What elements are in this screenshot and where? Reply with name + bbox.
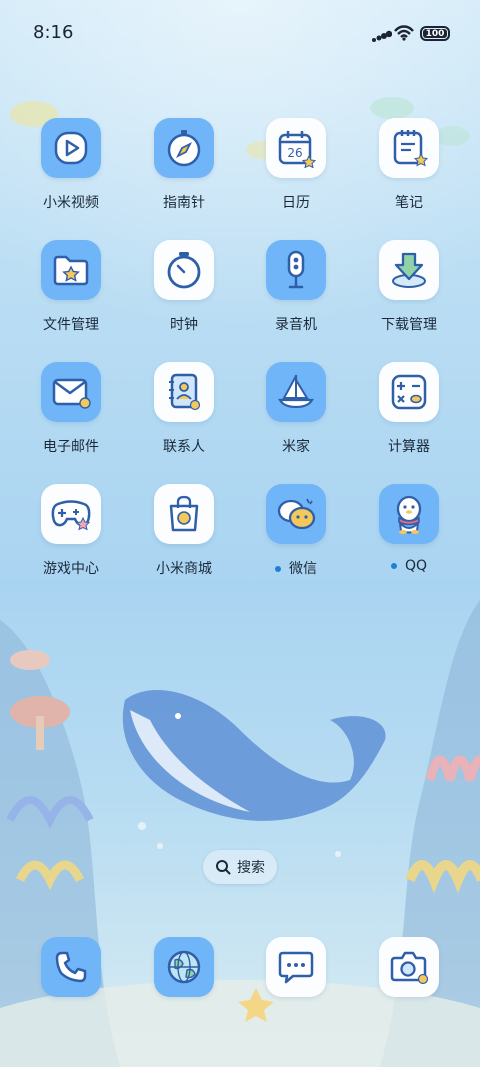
microphone-icon (287, 250, 305, 289)
calendar-icon: 26 (278, 131, 316, 168)
app-label: 游戏中心 (43, 561, 99, 577)
dock-browser[interactable] (134, 937, 234, 997)
play-icon (54, 131, 88, 165)
battery-level: 100 (425, 28, 445, 39)
app-mi-video[interactable]: 小米视频 (21, 118, 121, 212)
app-label: 录音机 (275, 317, 317, 333)
notes-icon (393, 130, 429, 167)
wechat-icon (277, 498, 316, 530)
app-notes[interactable]: 笔记 (359, 118, 459, 212)
app-label: 指南针 (163, 195, 205, 211)
app-label: 计算器 (388, 439, 430, 455)
camera-icon (390, 951, 429, 985)
app-file-manager[interactable]: 文件管理 (21, 240, 121, 334)
app-label: 文件管理 (43, 317, 99, 333)
app-label: 时钟 (170, 317, 198, 333)
gamepad-icon (51, 500, 91, 531)
app-download-manager[interactable]: 下载管理 (359, 240, 459, 334)
browser-globe-icon (167, 950, 201, 984)
notification-dot (390, 563, 397, 569)
app-calendar[interactable]: 26 日历 (246, 118, 346, 212)
app-qq[interactable]: QQ (359, 484, 459, 574)
app-label: 联系人 (163, 439, 205, 455)
calculator-icon (391, 374, 427, 410)
notification-dot (275, 566, 281, 572)
app-label: 米家 (282, 439, 310, 455)
search-icon (216, 860, 231, 875)
app-contacts[interactable]: 联系人 (134, 362, 234, 456)
app-label: 小米商城 (156, 561, 212, 577)
messages-icon (278, 951, 314, 984)
qq-penguin-icon (396, 495, 422, 534)
contacts-icon (169, 373, 201, 411)
dock-phone[interactable] (21, 937, 121, 997)
app-clock[interactable]: 时钟 (134, 240, 234, 334)
app-label-text: 微信 (289, 561, 317, 577)
clock-icon (167, 252, 201, 289)
app-calculator[interactable]: 计算器 (359, 362, 459, 456)
app-label: 日历 (282, 195, 310, 211)
app-label-text: QQ (404, 558, 428, 574)
app-label: 笔记 (395, 195, 423, 211)
download-icon (392, 252, 426, 288)
dock-camera[interactable] (359, 937, 459, 997)
home-screen: 8:16 100 小米视频 指南针 26 日历 笔记 文件管理 时钟 录音机 下… (0, 0, 480, 1067)
phone-icon (55, 951, 87, 983)
search-button[interactable]: 搜索 (203, 850, 277, 884)
shopping-bag-icon (169, 495, 199, 532)
app-game-center[interactable]: 游戏中心 (21, 484, 121, 578)
app-label: 电子邮件 (43, 439, 99, 455)
app-recorder[interactable]: 录音机 (246, 240, 346, 334)
search-label: 搜索 (237, 860, 265, 876)
app-label: 微信 (246, 558, 346, 578)
status-time: 8:16 (33, 22, 74, 43)
app-email[interactable]: 电子邮件 (21, 362, 121, 456)
dock-messages[interactable] (246, 937, 346, 997)
folder-icon (53, 255, 89, 286)
app-label: 下载管理 (381, 317, 437, 333)
app-compass[interactable]: 指南针 (134, 118, 234, 212)
app-mi-store[interactable]: 小米商城 (134, 484, 234, 578)
compass-icon (167, 130, 201, 167)
battery-indicator: 100 (420, 26, 450, 41)
sailboat-icon (278, 375, 314, 409)
calendar-date: 26 (287, 146, 302, 160)
app-label: 小米视频 (43, 195, 99, 211)
mail-icon (52, 378, 91, 409)
status-bar: 8:16 100 (0, 0, 480, 68)
wifi-icon (394, 25, 414, 41)
app-wechat[interactable]: 微信 (246, 484, 346, 578)
app-mi-home[interactable]: 米家 (246, 362, 346, 456)
app-label: QQ (359, 558, 459, 574)
cellular-signal-icon (372, 30, 392, 42)
